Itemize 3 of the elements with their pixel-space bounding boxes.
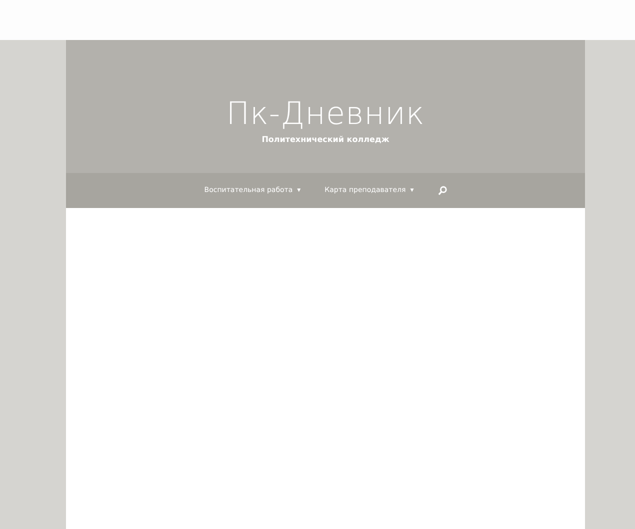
- site-subtitle: Политехнический колледж: [260, 134, 390, 146]
- site-title: Пк-Дневник: [225, 97, 426, 132]
- search-icon[interactable]: [438, 186, 447, 195]
